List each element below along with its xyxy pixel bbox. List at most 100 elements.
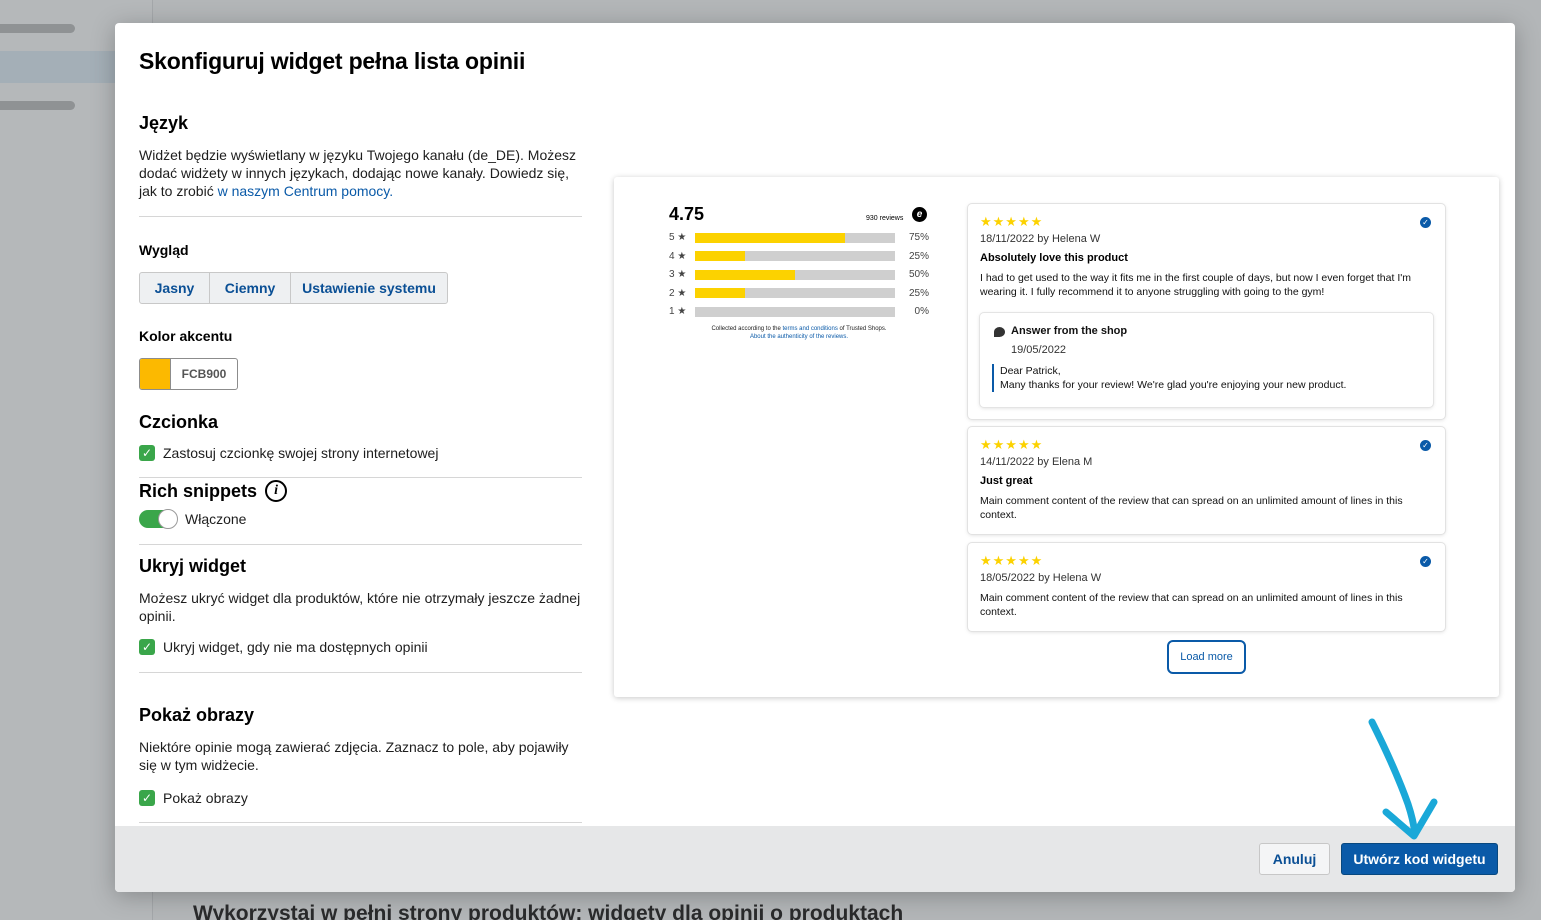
appearance-option-light[interactable]: Jasny — [140, 273, 210, 303]
review-stars: ★★★★★ — [980, 215, 1044, 230]
appearance-option-system[interactable]: Ustawienie systemu — [291, 273, 447, 303]
answer-title: Answer from the shop — [1011, 325, 1128, 337]
distribution-percent: 25% — [908, 250, 929, 262]
toggle-knob — [158, 509, 178, 529]
review-card: ★★★★★ ✓ 18/11/2022 by Helena W Absolutel… — [968, 204, 1445, 419]
review-title: Absolutely love this product — [980, 252, 1128, 264]
reviews-count: 930 reviews — [866, 215, 904, 222]
review-stars: ★★★★★ — [980, 438, 1044, 453]
distribution-bar-fill — [695, 269, 795, 280]
hide-widget-checkbox-row[interactable]: ✓ Ukryj widget, gdy nie ma dostępnych op… — [139, 639, 582, 655]
collected-suffix: of Trusted Shops. — [837, 326, 887, 332]
divider — [139, 672, 582, 673]
distribution-bar-fill — [695, 288, 745, 298]
font-checkbox-row[interactable]: ✓ Zastosuj czcionkę swojej strony intern… — [139, 445, 582, 461]
distribution-row: 5 ★ 75% — [669, 231, 929, 244]
verified-icon: ✓ — [1420, 217, 1431, 228]
distribution-label: 5 ★ — [669, 232, 687, 243]
show-images-checkbox[interactable]: ✓ — [139, 790, 155, 806]
distribution-percent: 0% — [914, 306, 929, 317]
hide-widget-checkbox[interactable]: ✓ — [139, 639, 155, 655]
appearance-segmented-control: Jasny Ciemny Ustawienie systemu — [139, 272, 448, 304]
distribution-bar-fill — [695, 232, 845, 243]
review-date: 18/11/2022 by Helena W — [980, 233, 1101, 245]
arrow-annotation-icon — [1368, 718, 1438, 840]
rich-snippets-toggle-row[interactable]: Włączone — [139, 509, 582, 529]
language-description: Widżet będzie wyświetlany w języku Twoje… — [139, 146, 579, 200]
average-rating: 4.75 — [669, 204, 705, 224]
font-checkbox[interactable]: ✓ — [139, 445, 155, 461]
review-stars: ★★★★★ — [980, 554, 1044, 569]
distribution-row: 4 ★ 25% — [669, 250, 929, 263]
accent-color-swatch[interactable] — [140, 359, 171, 389]
review-body: Main comment content of the review that … — [980, 495, 1403, 521]
distribution-bar — [695, 306, 895, 317]
authenticity-link[interactable]: About the authenticity of the reviews. — [750, 334, 848, 340]
rich-snippets-title: Rich snippets — [139, 480, 258, 501]
accent-color-picker[interactable]: FCB900 — [139, 358, 238, 390]
show-images-description: Niektóre opinie mogą zawierać zdjęcia. Z… — [139, 739, 569, 773]
rich-snippets-title-row: Rich snippets i — [139, 480, 582, 502]
divider — [139, 544, 582, 545]
help-center-link[interactable]: w naszym Centrum pomocy. — [218, 183, 394, 199]
appearance-label: Wygląd — [139, 242, 189, 258]
distribution-bar — [695, 288, 895, 298]
hide-widget-checkbox-label: Ukryj widget, gdy nie ma dostępnych opin… — [163, 639, 428, 655]
hide-widget-description: Możesz ukryć widget dla produktów, które… — [139, 590, 581, 624]
distribution-bar-fill — [695, 251, 745, 261]
distribution-bar — [695, 251, 895, 261]
answer-text: Dear Patrick, Many thanks for your revie… — [1000, 364, 1346, 392]
show-images-checkbox-label: Pokaż obrazy — [163, 790, 248, 806]
divider — [139, 477, 582, 478]
sidebar-item-placeholder — [0, 101, 75, 110]
distribution-percent: 50% — [908, 269, 929, 280]
distribution-percent: 75% — [908, 232, 929, 243]
answer-greeting: Dear Patrick, — [1000, 365, 1061, 377]
review-date: 18/05/2022 by Helena W — [980, 572, 1102, 584]
distribution-row: 2 ★ 25% — [669, 287, 929, 300]
font-title: Czcionka — [139, 412, 219, 432]
distribution-row: 1 ★ 0% — [669, 305, 929, 318]
info-icon[interactable]: i — [265, 480, 288, 502]
sidebar-item-placeholder — [0, 24, 75, 33]
distribution-label: 4 ★ — [669, 250, 687, 262]
accent-color-label: Kolor akcentu — [139, 328, 233, 344]
terms-link[interactable]: terms and conditions — [782, 326, 837, 332]
distribution-label: 1 ★ — [669, 306, 687, 317]
answer-message: Many thanks for your review! We're glad … — [1000, 379, 1347, 391]
distribution-bar — [695, 269, 895, 280]
answer-quote-line — [992, 364, 994, 392]
review-title: Just great — [980, 475, 1033, 487]
create-widget-code-button[interactable]: Utwórz kod widgetu — [1341, 843, 1498, 875]
hide-widget-title: Ukryj widget — [139, 556, 247, 576]
speech-bubble-icon — [994, 327, 1005, 337]
distribution-label: 3 ★ — [669, 269, 687, 280]
collected-prefix: Collected according to the — [711, 326, 783, 332]
review-body: I had to get used to the way it fits me … — [980, 272, 1411, 298]
trusted-shops-logo-icon: e — [912, 207, 927, 222]
review-card: ★★★★★ ✓ 18/05/2022 by Helena W Main comm… — [968, 543, 1445, 631]
verified-icon: ✓ — [1420, 556, 1431, 567]
distribution-label: 2 ★ — [669, 287, 687, 299]
appearance-option-dark[interactable]: Ciemny — [210, 273, 291, 303]
review-card: ★★★★★ ✓ 14/11/2022 by Elena M Just great… — [968, 427, 1445, 534]
accent-color-hex[interactable]: FCB900 — [171, 359, 237, 389]
distribution-row: 3 ★ 50% — [669, 268, 929, 281]
collected-note: Collected according to the terms and con… — [669, 325, 929, 341]
show-images-title: Pokaż obrazy — [139, 705, 255, 725]
cancel-button[interactable]: Anuluj — [1259, 843, 1330, 875]
review-date: 14/11/2022 by Elena M — [980, 456, 1093, 468]
language-title: Język — [139, 113, 189, 133]
configure-widget-dialog: Skonfiguruj widget pełna lista opinii Ję… — [115, 23, 1515, 892]
show-images-checkbox-row[interactable]: ✓ Pokaż obrazy — [139, 790, 582, 806]
distribution-percent: 25% — [908, 287, 929, 299]
review-body: Main comment content of the review that … — [980, 592, 1403, 618]
rich-snippets-toggle[interactable] — [139, 509, 178, 529]
divider — [139, 216, 582, 217]
divider — [139, 822, 582, 823]
settings-column: Język Widżet będzie wyświetlany w języku… — [139, 113, 582, 823]
shop-answer: Answer from the shop 19/05/2022 Dear Pat… — [980, 313, 1433, 407]
load-more-button[interactable]: Load more — [1167, 640, 1246, 674]
distribution-bar — [695, 232, 895, 243]
widget-preview: 4.75 930 reviews e 5 ★ 75% 4 ★ 25% 3 ★ 50% 2 ★… — [614, 177, 1499, 697]
